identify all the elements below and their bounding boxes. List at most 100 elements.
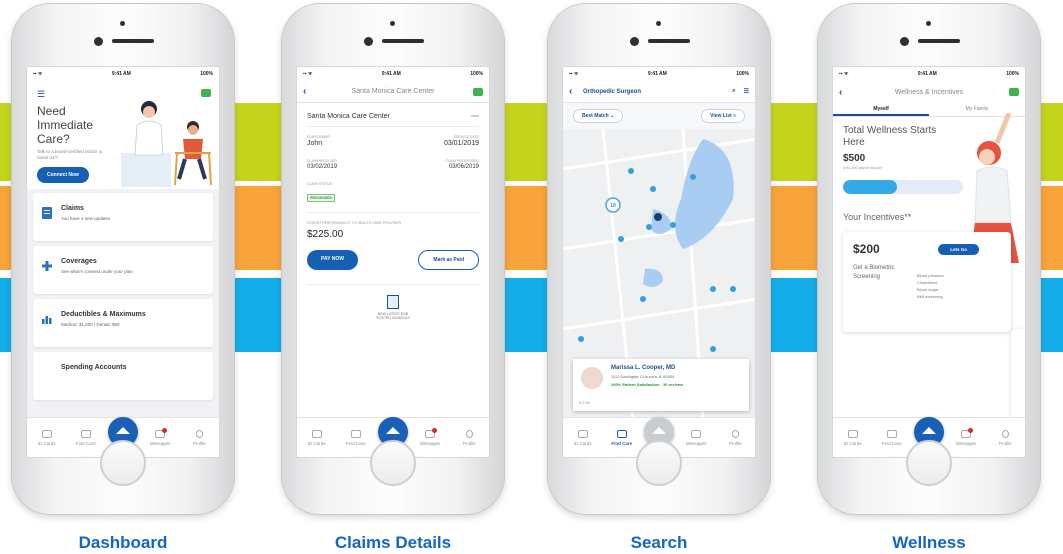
phone-claims: ▪▪ ᯤ 9:41 AM 100% ‹ Santa Monica Care Cent… — [282, 4, 504, 514]
sort-dropdown[interactable]: Best Match ⌄ — [573, 109, 624, 123]
tab-find-care[interactable]: Find Care — [875, 429, 909, 446]
document-icon — [42, 207, 52, 219]
lets-go-button[interactable]: Lets Go — [938, 244, 979, 255]
back-icon[interactable]: ‹ — [303, 86, 313, 97]
tab-find-care[interactable]: Find Care — [69, 429, 103, 446]
doctor-result-card[interactable]: Marissa L. Cooper, MD 1112 Southgate Ct … — [573, 359, 749, 411]
pay-now-button[interactable]: PAY NOW — [307, 250, 358, 270]
received-date-value: 03/02/2019 — [307, 164, 338, 170]
tab-id-cards[interactable]: ID Cards — [566, 429, 600, 446]
back-icon[interactable]: ‹ — [569, 86, 583, 97]
view-list-button[interactable]: View List ≡ — [701, 109, 745, 123]
amount-due: $225.00 — [307, 229, 344, 240]
find-care-icon — [886, 429, 897, 438]
messages-icon — [425, 427, 438, 438]
id-card-icon — [41, 429, 52, 438]
search-icon[interactable]: ⌕ — [732, 88, 735, 95]
camera — [364, 37, 373, 46]
distance: 0.2 mi — [579, 400, 590, 405]
chat-icon[interactable] — [473, 87, 483, 96]
tab-profile[interactable]: Profile — [988, 429, 1022, 446]
bar-chart-icon — [42, 316, 52, 324]
messages-icon — [691, 429, 702, 438]
tab-id-cards[interactable]: ID Cards — [300, 429, 334, 446]
status-bar: ▪▪ ᯤ 9:41 AM 100% — [569, 71, 749, 77]
tab-profile[interactable]: Profile — [718, 429, 752, 446]
id-card-icon — [847, 429, 858, 438]
tab-find-care[interactable]: Find Care — [605, 429, 639, 446]
service-date-value: 03/01/2019 — [443, 140, 479, 147]
back-icon[interactable]: ‹ — [839, 87, 849, 98]
tab-myself[interactable]: Myself — [833, 103, 929, 116]
claims-header: ‹ Santa Monica Care Center — [297, 81, 489, 103]
hero-title: Need Immediate Care? — [37, 104, 94, 146]
dashboard-card-list: Claims You have 4 new updates Coverages … — [27, 189, 219, 429]
selected-pin[interactable] — [654, 213, 662, 221]
list-icon: ≡ — [733, 113, 736, 119]
status-bar: ▪▪ ᯤ 9:41 AM 100% — [303, 71, 483, 77]
mark-as-paid-button[interactable]: Mark as Paid — [418, 250, 479, 270]
tab-profile[interactable]: Profile — [452, 429, 486, 446]
status-badge: PROCESSED — [307, 194, 335, 202]
header-title: Wellness & Incentives — [894, 88, 964, 96]
caption-search: Search — [630, 533, 688, 552]
caption-claims-details: Claims Details — [334, 533, 452, 552]
wellness-headline: Total Wellness Starts Here — [843, 125, 937, 148]
find-care-icon — [80, 429, 91, 438]
wellness-screen: ▪▪ ᯤ 9:41 AM 100% ‹ Wellness & Incentives … — [832, 66, 1026, 458]
deductibles-card[interactable]: Deductibles & Maximums Medical: $1,500 |… — [33, 299, 213, 347]
phone-home-button — [636, 440, 682, 486]
view-link[interactable]: view — [471, 113, 479, 120]
tab-id-cards[interactable]: ID Cards — [836, 429, 870, 446]
home-icon — [385, 426, 400, 434]
notification-badge — [432, 427, 438, 433]
coverages-card[interactable]: Coverages See what's covered under your … — [33, 246, 213, 294]
notification-badge — [162, 427, 168, 433]
doctor-name: Marissa L. Cooper, MD — [611, 365, 676, 371]
claims-card[interactable]: Claims You have 4 new updates — [33, 193, 213, 241]
search-filters: Best Match ⌄ View List ≡ — [563, 103, 755, 129]
home-icon — [115, 426, 130, 434]
incentive-card[interactable]: $200 Lets Go Get a Biometric Screening B… — [843, 232, 1011, 332]
chat-icon[interactable] — [1009, 88, 1019, 96]
search-header: ‹ Orthopedic Surgeon ⌕ ☰ — [563, 81, 755, 103]
eob-document[interactable]: NEW LATEST EOB POSTED 03/06/2019 — [307, 284, 479, 320]
speaker — [648, 39, 690, 43]
tab-find-care[interactable]: Find Care — [339, 429, 373, 446]
tab-messages[interactable]: Messages — [679, 429, 713, 446]
avatar — [581, 367, 603, 389]
search-screen: ▪▪ ᯤ 9:41 AM 100% ‹ Orthopedic Surgeon ⌕ ☰… — [562, 66, 756, 458]
connect-now-button[interactable]: Connect Now — [37, 167, 89, 183]
tab-messages[interactable]: Messages — [413, 427, 447, 446]
phone-home-button — [370, 440, 416, 486]
satisfaction-rating: 100% Patient Satisfaction · 30 reviews — [611, 382, 684, 387]
speaker — [112, 39, 154, 43]
wellness-progress-bar — [843, 180, 963, 194]
profile-icon — [731, 429, 739, 438]
tab-id-cards[interactable]: ID Cards — [30, 429, 64, 446]
tab-profile[interactable]: Profile — [182, 429, 216, 446]
status-bar: ▪▪ ᯤ 9:41 AM 100% — [839, 71, 1019, 77]
search-input[interactable]: Orthopedic Surgeon — [583, 89, 732, 95]
spending-accounts-card[interactable]: Spending Accounts — [33, 352, 213, 400]
header-title: Santa Monica Care Center — [351, 88, 435, 95]
doctor-patient-illustration — [121, 101, 212, 187]
signal-icon: ▪▪ ᯤ — [839, 71, 849, 77]
signal-icon: ▪▪ ᯤ — [569, 71, 579, 77]
menu-icon[interactable]: ☰ — [37, 89, 45, 100]
processed-date-value: 03/06/2019 — [448, 164, 479, 170]
next-incentive-card[interactable] — [1011, 329, 1025, 429]
incentive-items: Blood pressure Cholesterol Blood sugar B… — [917, 273, 944, 299]
find-care-icon — [616, 429, 627, 438]
phone-home-button — [906, 440, 952, 486]
caption-dashboard: Dashboard — [78, 533, 168, 552]
svg-text:18: 18 — [610, 203, 616, 209]
home-icon — [921, 426, 936, 434]
subscriber-value: John — [307, 140, 323, 147]
tab-messages[interactable]: Messages — [143, 427, 177, 446]
immediate-care-hero: ☰ Need Immediate Care? Talk to a board-c… — [27, 81, 219, 189]
find-care-icon — [350, 429, 361, 438]
profile-icon — [465, 429, 473, 438]
tab-messages[interactable]: Messages — [949, 427, 983, 446]
filter-icon[interactable]: ☰ — [744, 88, 749, 95]
